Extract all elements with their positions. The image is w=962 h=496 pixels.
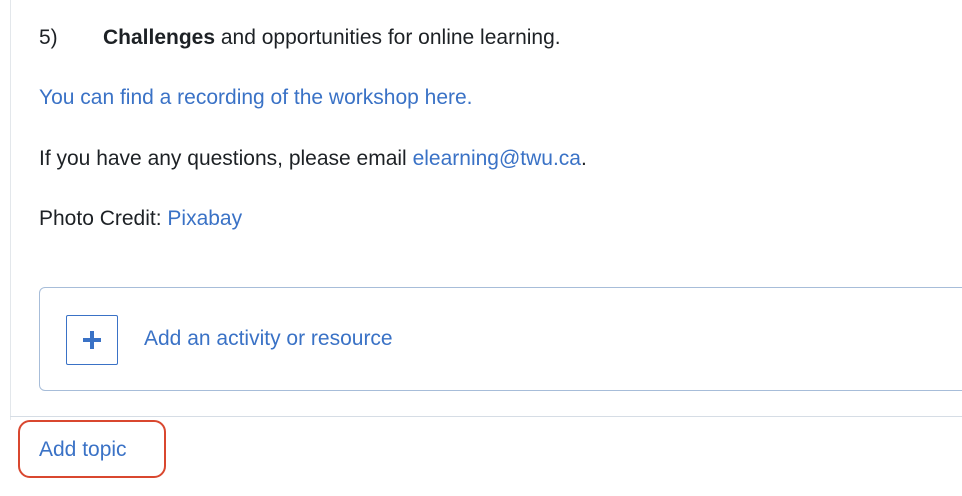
email-link[interactable]: elearning@twu.ca [413, 147, 581, 170]
email-paragraph: If you have any questions, please email … [39, 145, 587, 173]
recording-link[interactable]: You can find a recording of the workshop… [39, 86, 473, 109]
plus-icon [83, 331, 101, 349]
email-suffix-text: . [580, 147, 587, 170]
photo-credit-label: Photo Credit: [39, 207, 168, 230]
list-text: and opportunities for online learning. [215, 26, 561, 49]
add-activity-label: Add an activity or resource [144, 327, 393, 350]
email-prefix-text: If you have any questions, please email [39, 147, 413, 170]
pixabay-link[interactable]: Pixabay [167, 207, 242, 230]
recording-paragraph: You can find a recording of the workshop… [39, 84, 473, 112]
add-activity-button[interactable]: Add an activity or resource [39, 287, 962, 391]
list-number: 5) [39, 26, 58, 49]
photo-credit-paragraph: Photo Credit: Pixabay [39, 205, 242, 233]
list-bold-text: Challenges [103, 26, 216, 49]
course-section: 5) Challenges and opportunities for onlin… [0, 0, 962, 496]
section-left-border [10, 0, 11, 420]
add-topic-highlight: Add topic [18, 420, 166, 478]
plus-icon-box [66, 315, 118, 365]
add-topic-link[interactable]: Add topic [39, 436, 127, 464]
list-item-5: 5) Challenges and opportunities for onlin… [39, 24, 561, 52]
section-divider [10, 416, 962, 417]
